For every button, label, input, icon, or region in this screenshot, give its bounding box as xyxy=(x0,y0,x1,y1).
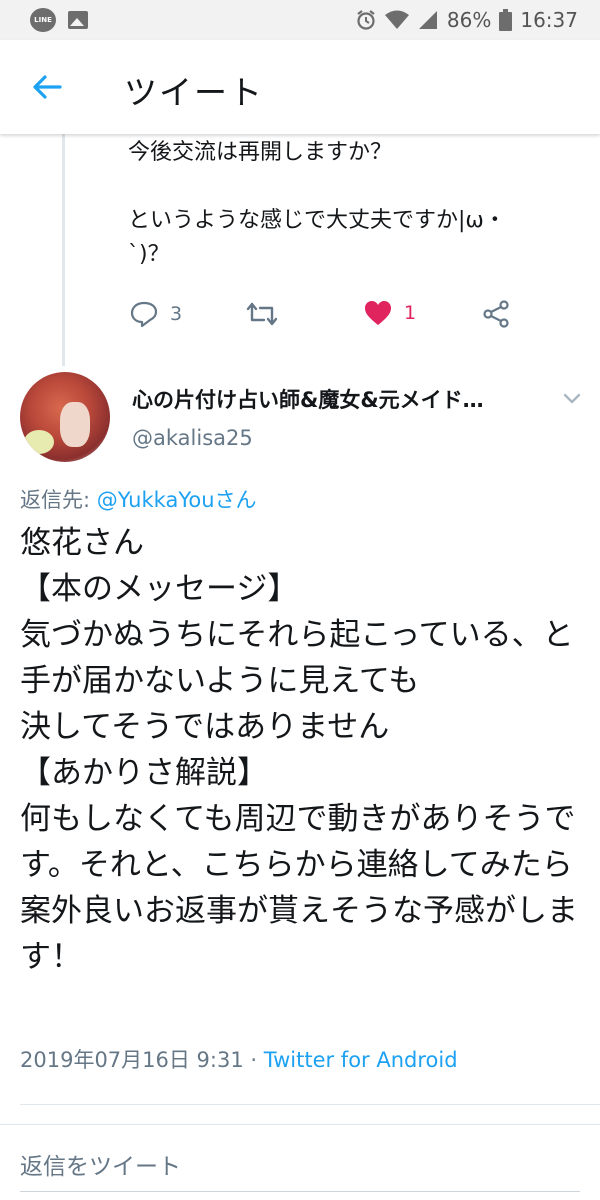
reply-action[interactable]: 3 xyxy=(130,300,182,328)
battery-percent: 86% xyxy=(446,8,492,32)
reply-composer: 返信をツイート xyxy=(0,1124,600,1200)
heart-filled-icon xyxy=(365,301,391,325)
tweet-timestamp: 2019年07月16日 9:31 · xyxy=(20,1048,264,1072)
tweet-meta: 2019年07月16日 9:31 · Twitter for Android xyxy=(20,1044,458,1074)
avatar[interactable] xyxy=(20,372,110,462)
reply-icon xyxy=(130,301,158,328)
app-bar: ツイート xyxy=(0,40,600,134)
share-icon xyxy=(483,300,509,328)
like-count: 1 xyxy=(404,302,417,324)
clock-time: 16:37 xyxy=(520,8,578,32)
tweet-source-link[interactable]: Twitter for Android xyxy=(264,1048,458,1072)
reply-input[interactable]: 返信をツイート xyxy=(20,1147,181,1181)
chevron-down-icon[interactable] xyxy=(562,388,582,408)
line-app-icon: LINE xyxy=(30,8,56,32)
signal-icon xyxy=(418,11,437,29)
like-action[interactable]: 1 xyxy=(364,300,416,326)
battery-icon xyxy=(499,9,513,31)
reply-to-line: 返信先: @YukkaYouさん xyxy=(20,484,257,514)
reply-to-prefix: 返信先: xyxy=(20,488,97,512)
back-arrow-icon[interactable] xyxy=(30,70,64,104)
wifi-icon xyxy=(384,10,409,29)
status-bar: LINE 86% 16:37 xyxy=(0,0,600,40)
page-title: ツイート xyxy=(124,73,264,112)
share-action[interactable] xyxy=(482,300,510,328)
author-display-name[interactable]: 心の片付け占い師&魔女&元メイド… xyxy=(132,384,542,414)
avatar-flowers xyxy=(24,430,54,454)
composer-underline xyxy=(20,1191,580,1192)
reply-to-mention[interactable]: @YukkaYouさん xyxy=(97,488,257,512)
alarm-icon xyxy=(357,10,375,30)
divider xyxy=(20,1104,600,1105)
author-username[interactable]: @akalisa25 xyxy=(132,426,253,450)
avatar-face xyxy=(60,402,90,447)
tweet-body-text: 悠花さん 【本のメッセージ】 気づかぬうちにそれら起こっている、と 手が届かない… xyxy=(20,525,578,975)
retweet-icon xyxy=(246,302,278,326)
image-notification-icon xyxy=(68,11,88,29)
parent-tweet-actions: 3 1 xyxy=(0,300,600,340)
retweet-action[interactable] xyxy=(246,300,278,328)
reply-count: 3 xyxy=(170,303,183,325)
